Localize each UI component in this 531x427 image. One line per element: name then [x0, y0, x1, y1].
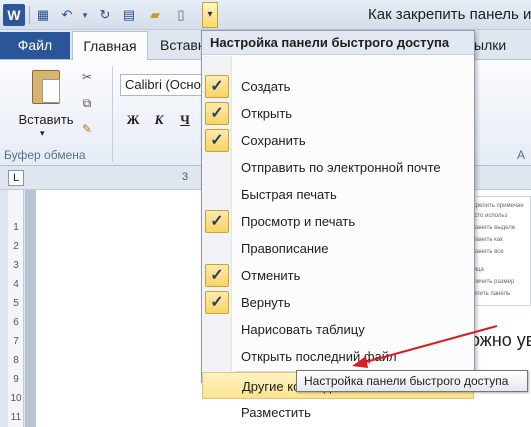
ruler-number: 1 — [13, 222, 19, 233]
menu-item[interactable]: ✓ Отменить — [202, 262, 474, 289]
cut-icon[interactable]: ✂ — [80, 70, 94, 84]
ruler-number: 5 — [13, 298, 19, 309]
menu-item-label: Открыть — [241, 106, 293, 121]
ruler-number: 9 — [13, 374, 19, 385]
clipboard-icon — [32, 70, 60, 104]
bold-button[interactable]: Ж — [124, 110, 142, 130]
checkmark-icon: ✓ — [205, 129, 229, 152]
group-divider — [112, 66, 113, 162]
menu-item[interactable]: Нарисовать таблицу — [202, 316, 474, 343]
checkmark-icon: ✓ — [205, 264, 229, 287]
ruler-number: 2 — [13, 241, 19, 252]
open-folder-icon[interactable]: ▰ — [146, 6, 164, 24]
paste-button[interactable]: Вставить ▾ — [18, 68, 74, 140]
checkmark-icon: ✓ — [205, 102, 229, 125]
copy-icon[interactable]: ⧉ — [80, 96, 94, 110]
menu-item[interactable]: ✓ Создать — [202, 73, 474, 100]
menu-item-label: Отменить — [241, 268, 301, 283]
checkmark-icon: ✓ — [205, 75, 229, 98]
paste-caret-icon[interactable]: ▾ — [40, 128, 45, 139]
ruler-number: 11 — [10, 412, 22, 423]
menu-item[interactable]: ✓ Просмотр и печать — [202, 208, 474, 235]
document-text: ожно ув — [470, 330, 531, 350]
italic-button[interactable]: К — [150, 110, 168, 130]
title-bar: W ▦ ↶ ▾ ↻ ▤ ▰ ▯ ▾ Как закрепить панель и — [0, 0, 531, 30]
tab-references[interactable]: ылки — [474, 31, 506, 59]
menu-item-label: Правописание — [241, 241, 329, 256]
undo-icon[interactable]: ↶ — [58, 6, 76, 24]
tab-home[interactable]: Главная — [72, 31, 148, 61]
word-logo-icon[interactable]: W — [3, 4, 25, 26]
menu-item-label: Быстрая печать — [241, 187, 337, 202]
menu-item[interactable]: Отправить по электронной почте — [202, 154, 474, 181]
ruler-number: 8 — [13, 355, 19, 366]
menu-item[interactable]: ✓ Сохранить — [202, 127, 474, 154]
menu-item-label: Нарисовать таблицу — [241, 322, 365, 337]
redo-icon[interactable]: ↻ — [96, 6, 114, 24]
menu-item-label: Отправить по электронной почте — [241, 160, 441, 175]
menu-item[interactable]: ✓ Открыть — [202, 100, 474, 127]
menu-item[interactable]: ✓ Вернуть — [202, 289, 474, 316]
checkmark-icon: ✓ — [205, 291, 229, 314]
menu-item-label: Создать — [241, 79, 291, 94]
paste-label: Вставить — [18, 112, 74, 127]
menu-header: Настройка панели быстрого доступа — [202, 31, 474, 55]
clipboard-group-label: Буфер обмена — [4, 148, 86, 162]
ruler-number: 3 — [13, 260, 19, 271]
menu-item[interactable]: Открыть последний файл — [202, 343, 474, 370]
font-name-input[interactable]: Calibri (Осно — [120, 74, 206, 96]
ruler-number: 10 — [10, 393, 22, 404]
qat-customize-menu: Настройка панели быстрого доступа ✓ Созда… — [201, 30, 475, 420]
print-preview-icon[interactable]: ▤ — [120, 6, 138, 24]
tab-file[interactable]: Файл — [0, 32, 70, 59]
menu-item-label: Просмотр и печать — [241, 214, 356, 229]
menu-item[interactable]: Разместить — [202, 399, 474, 426]
qat-separator — [29, 6, 30, 24]
undo-dropdown-icon[interactable]: ▾ — [76, 6, 94, 24]
menu-item-label: Вернуть — [241, 295, 291, 310]
menu-item[interactable]: Быстрая печать — [202, 181, 474, 208]
styles-group-label: А — [517, 148, 526, 162]
ruler-number: 4 — [13, 279, 19, 290]
ruler-number: 6 — [13, 317, 19, 328]
new-document-icon[interactable]: ▯ — [172, 6, 190, 24]
thumbnail-text: закрепить примечан — [467, 203, 524, 209]
format-painter-icon[interactable]: ✎ — [80, 122, 94, 136]
ruler-number: 3 — [182, 171, 189, 183]
tooltip: Настройка панели быстрого доступа — [296, 370, 528, 392]
customize-qat-button[interactable]: ▾ — [202, 2, 218, 28]
menu-item[interactable]: Правописание — [202, 235, 474, 262]
window-title: Как закрепить панель и — [368, 6, 531, 23]
menu-item-label: Сохранить — [241, 133, 306, 148]
ruler-number: 7 — [13, 336, 19, 347]
save-icon[interactable]: ▦ — [34, 6, 52, 24]
menu-item-label: Открыть последний файл — [241, 349, 397, 364]
checkmark-icon: ✓ — [205, 210, 229, 233]
underline-button[interactable]: Ч — [176, 110, 194, 130]
tab-selector-icon[interactable]: L — [8, 170, 24, 186]
menu-item-label: Разместить — [241, 405, 311, 420]
